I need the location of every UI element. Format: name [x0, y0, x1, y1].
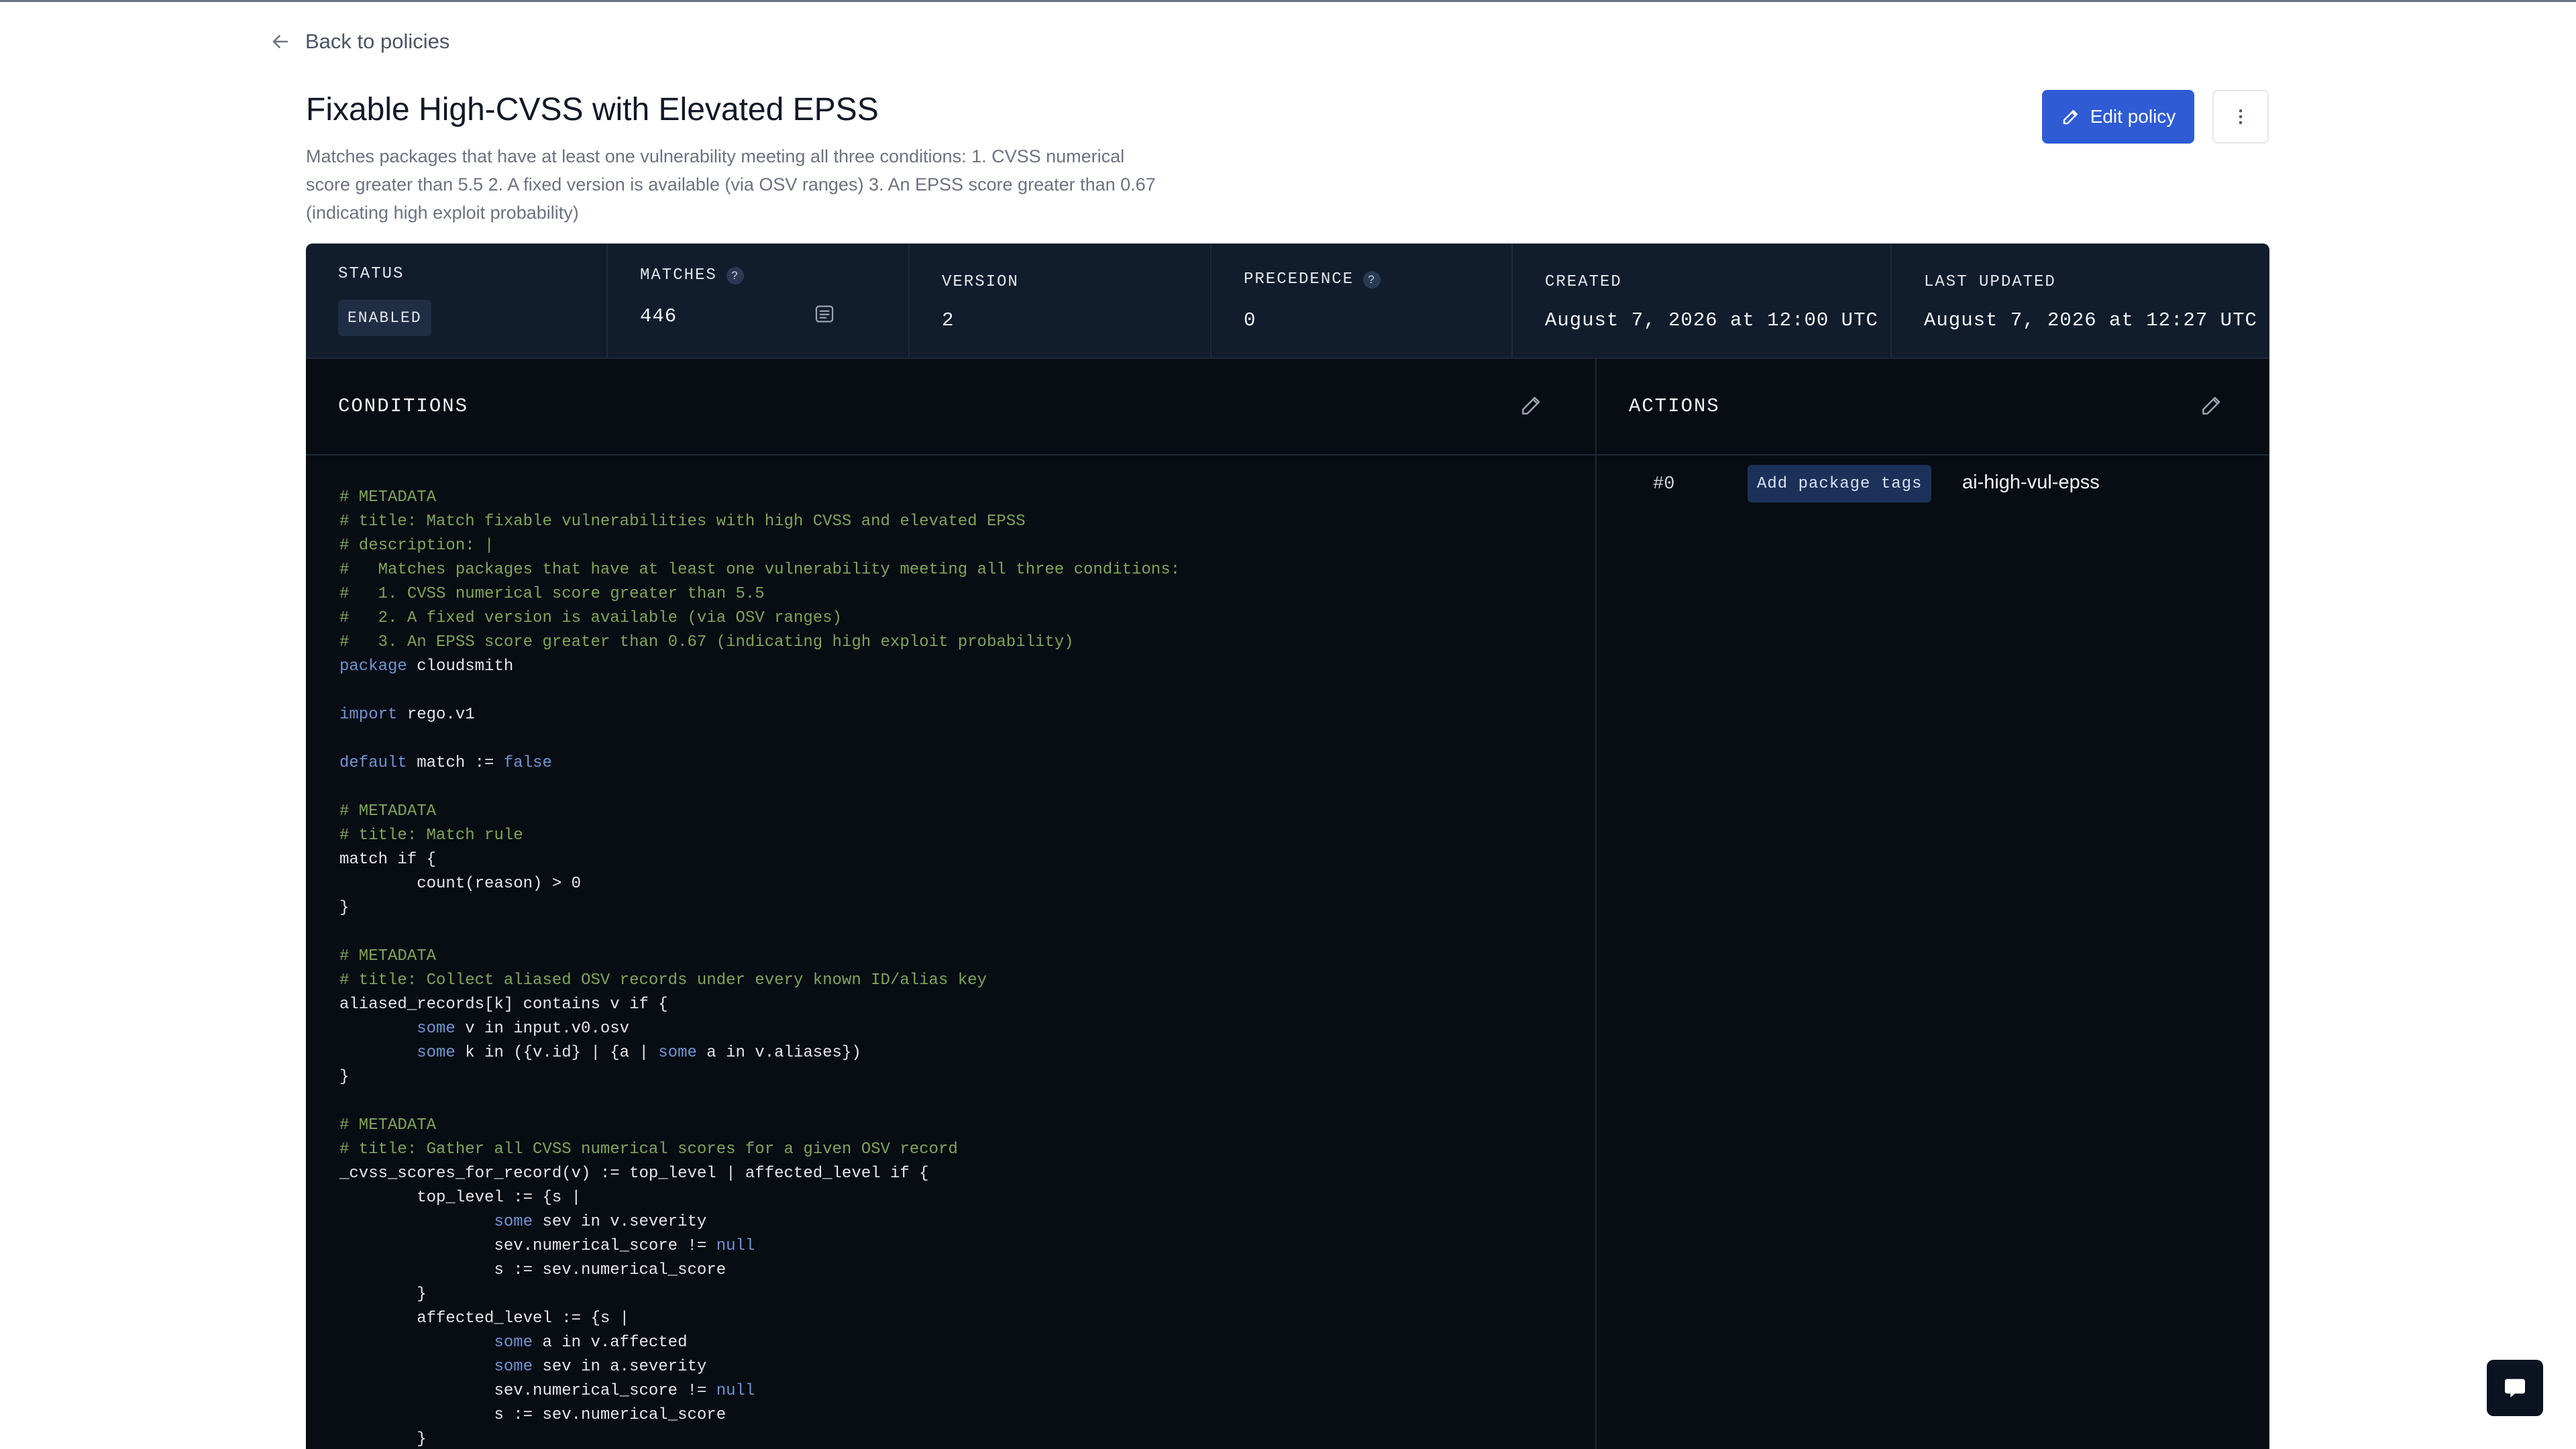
- code-line: }: [339, 1430, 427, 1448]
- policy-code-editor[interactable]: # METADATA # title: Match fixable vulner…: [339, 486, 1180, 1449]
- action-row: [1597, 455, 2269, 527]
- code-line: default match := false: [339, 754, 552, 772]
- created-value: August 7, 2026 at 12:00 UTC: [1545, 309, 1878, 331]
- actions-header: ACTIONS: [1597, 359, 2269, 455]
- stat-precedence-label: PRECEDENCE: [1244, 270, 1354, 288]
- code-line: # METADATA: [339, 802, 437, 820]
- code-line: top_level := {s |: [339, 1189, 582, 1207]
- more-options-button[interactable]: [2212, 90, 2269, 144]
- top-border: [0, 0, 2576, 2]
- policy-description: Matches packages that have at least one …: [306, 146, 1156, 223]
- code-line: # title: Collect aliased OSV records und…: [339, 971, 987, 989]
- back-label: Back to policies: [305, 30, 450, 53]
- edit-conditions-pencil-icon[interactable]: [1519, 392, 1544, 418]
- policy-panel: STATUS ENABLED MATCHES ? 446 VERSION 2 P…: [306, 244, 2269, 1449]
- stat-status-label: STATUS: [338, 265, 405, 283]
- action-value: ai-high-vul-epss: [1962, 472, 2100, 493]
- code-line: count(reason) > 0: [339, 875, 582, 893]
- conditions-header: CONDITIONS: [306, 359, 1595, 455]
- chat-bubble-icon: [2505, 1379, 2525, 1398]
- actions-title: ACTIONS: [1629, 395, 1720, 417]
- stat-precedence: PRECEDENCE ? 0: [1212, 244, 1513, 358]
- code-line: affected_level := {s |: [339, 1309, 630, 1328]
- stat-last-updated: LAST UPDATED August 7, 2026 at 12:27 UTC: [1892, 244, 2269, 358]
- code-line: }: [339, 1068, 350, 1086]
- code-line: s := sev.numerical_score: [339, 1406, 727, 1424]
- code-line: s := sev.numerical_score: [339, 1261, 727, 1279]
- code-line: aliased_records[k] contains v if {: [339, 996, 668, 1014]
- code-line: # title: Gather all CVSS numerical score…: [339, 1140, 958, 1159]
- code-line: some k in ({v.id} | {a | some a in v.ali…: [417, 1044, 861, 1062]
- matches-count: 446: [640, 305, 678, 327]
- code-line: sev.numerical_score != null: [339, 1382, 755, 1400]
- stat-version-label: VERSION: [942, 273, 1019, 291]
- code-line: some v in input.v0.osv: [417, 1020, 630, 1038]
- updated-value: August 7, 2026 at 12:27 UTC: [1924, 309, 2257, 331]
- pencil-icon: [2063, 110, 2078, 125]
- precedence-help-icon[interactable]: ?: [1363, 270, 1381, 288]
- code-line: sev.numerical_score != null: [339, 1237, 755, 1255]
- code-line: # 3. An EPSS score greater than 0.67 (in…: [339, 633, 1074, 651]
- stat-created: CREATED August 7, 2026 at 12:00 UTC: [1513, 244, 1892, 358]
- conditions-section: CONDITIONS # METADATA # title: Match fix…: [306, 359, 1597, 1449]
- stat-version: VERSION 2: [910, 244, 1212, 358]
- status-badge: ENABLED: [338, 300, 431, 336]
- matches-help-icon[interactable]: ?: [726, 266, 744, 284]
- precedence-value: 0: [1244, 309, 1256, 331]
- edit-policy-button[interactable]: Edit policy: [2042, 90, 2194, 144]
- code-line: _cvss_scores_for_record(v) := top_level …: [339, 1165, 929, 1183]
- code-line: some sev in a.severity: [494, 1358, 707, 1376]
- code-line: }: [339, 899, 350, 917]
- code-line: import rego.v1: [339, 706, 475, 724]
- version-value: 2: [942, 309, 955, 331]
- code-line: }: [339, 1285, 427, 1303]
- vertical-dots-icon: [2239, 109, 2243, 124]
- stat-matches-label: MATCHES: [640, 266, 717, 284]
- code-line: # METADATA: [339, 488, 437, 506]
- code-line: some sev in v.severity: [494, 1213, 707, 1231]
- code-line: # title: Match fixable vulnerabilities w…: [339, 513, 1026, 531]
- page-title: Fixable High-CVSS with Elevated EPSS: [306, 92, 879, 127]
- stats-bar: STATUS ENABLED MATCHES ? 446 VERSION 2 P…: [306, 244, 2269, 359]
- edit-policy-label: Edit policy: [2090, 106, 2176, 127]
- code-line: match if {: [339, 851, 437, 869]
- actions-section: ACTIONS #0 Add package tags ai-high-vul-…: [1597, 359, 2269, 1449]
- code-line: package cloudsmith: [339, 657, 514, 676]
- code-line: # description: |: [339, 537, 494, 555]
- chat-widget-button[interactable]: [2487, 1360, 2543, 1416]
- code-line: # 1. CVSS numerical score greater than 5…: [339, 585, 765, 603]
- stat-updated-label: LAST UPDATED: [1924, 273, 2056, 291]
- action-index: #0: [1653, 474, 1675, 494]
- code-line: # METADATA: [339, 1116, 437, 1134]
- stat-status: STATUS ENABLED: [306, 244, 608, 358]
- stat-matches: MATCHES ? 446: [608, 244, 910, 358]
- arrow-left-icon: [272, 35, 288, 48]
- code-line: some a in v.affected: [494, 1334, 688, 1352]
- action-type-badge: Add package tags: [1748, 465, 1932, 502]
- edit-actions-pencil-icon[interactable]: [2199, 392, 2224, 418]
- code-line: # title: Match rule: [339, 826, 523, 845]
- conditions-title: CONDITIONS: [338, 395, 469, 417]
- list-icon[interactable]: [813, 303, 836, 325]
- stat-created-label: CREATED: [1545, 273, 1622, 291]
- code-line: # Matches packages that have at least on…: [339, 561, 1181, 579]
- code-line: # 2. A fixed version is available (via O…: [339, 609, 842, 627]
- code-line: # METADATA: [339, 947, 437, 965]
- back-to-policies-link[interactable]: Back to policies: [269, 30, 449, 54]
